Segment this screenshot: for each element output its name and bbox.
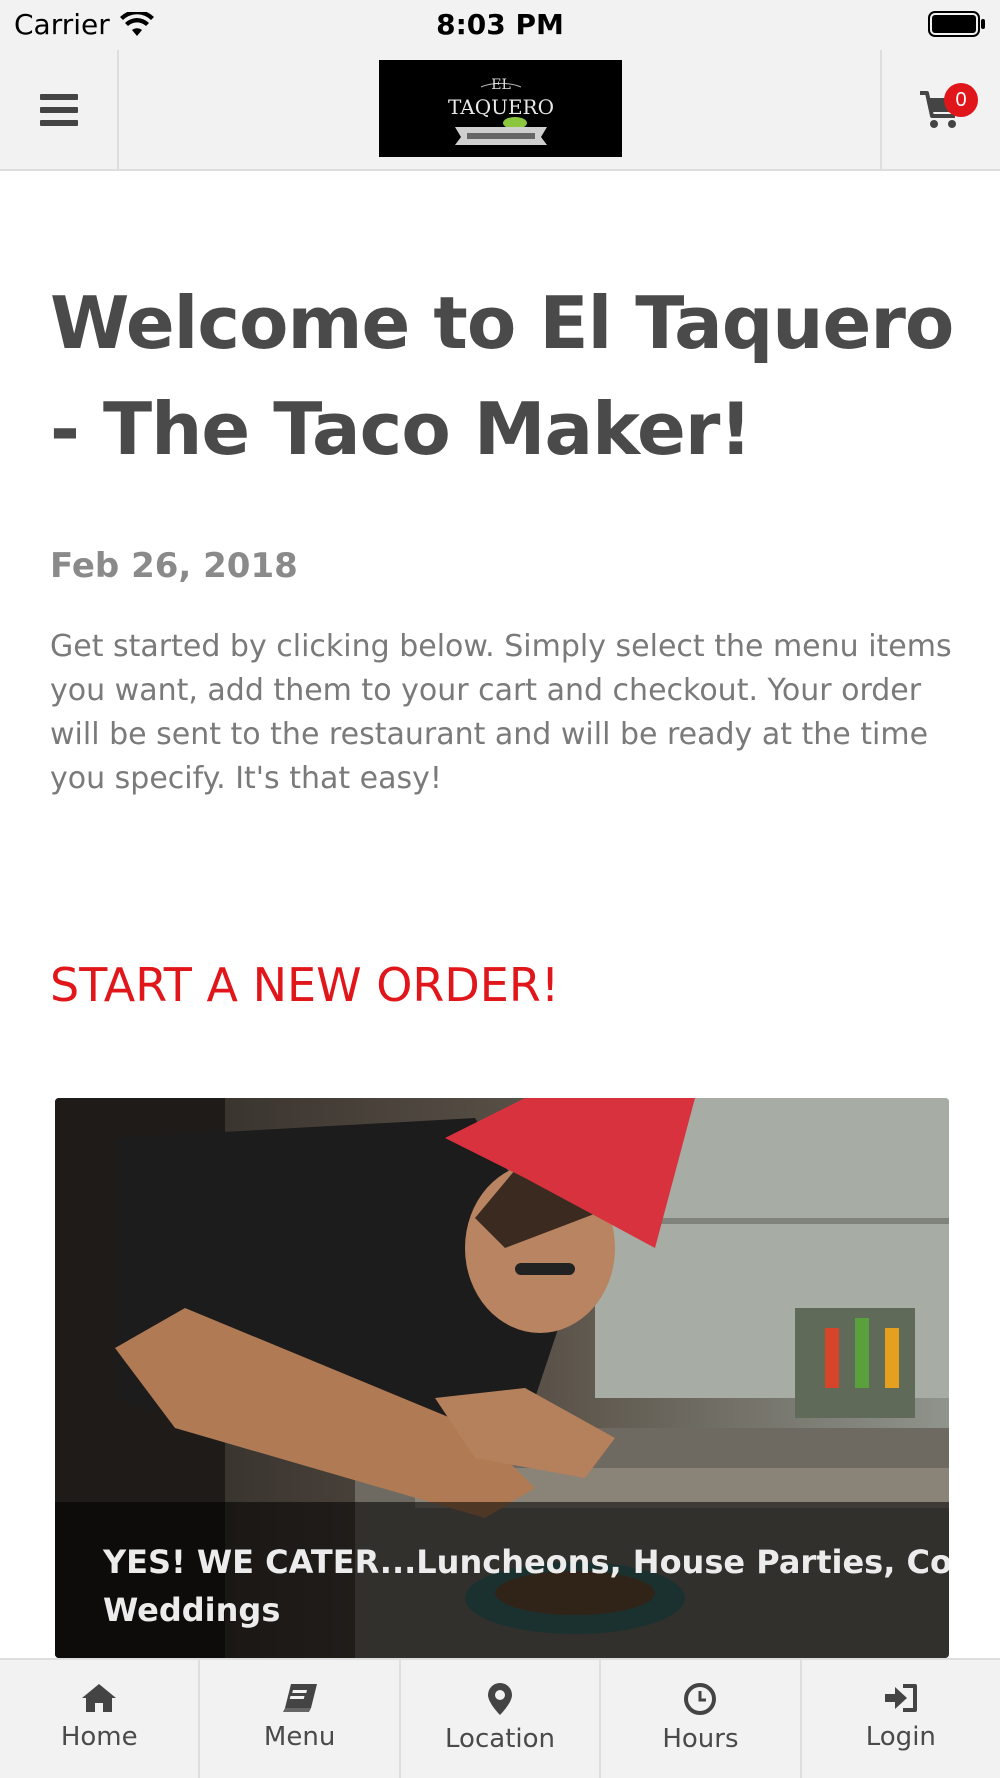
tab-label: Hours	[662, 1724, 739, 1754]
map-pin-icon	[488, 1683, 513, 1715]
tab-label: Location	[445, 1724, 555, 1754]
el-taquero-logo: EL TAQUERO	[448, 77, 554, 145]
post-date: Feb 26, 2018	[50, 546, 298, 586]
tab-label: Login	[865, 1722, 936, 1752]
sign-in-icon	[884, 1684, 917, 1712]
catering-promo-card[interactable]: YES! WE CATER...Luncheons, House Parties…	[55, 1098, 949, 1658]
tab-label: Home	[60, 1722, 138, 1752]
tab-menu[interactable]: Menu	[200, 1660, 401, 1778]
svg-text:TAQUERO: TAQUERO	[448, 95, 554, 119]
status-time: 8:03 PM	[436, 8, 564, 41]
cart-button[interactable]: 0	[880, 50, 1000, 169]
tab-label: Menu	[263, 1722, 336, 1752]
status-bar: Carrier 8:03 PM	[0, 0, 1000, 50]
battery-icon	[928, 11, 985, 37]
bottom-tab-bar: Home Menu Location Hours Login	[0, 1658, 1000, 1778]
book-icon	[282, 1684, 317, 1712]
app-header: EL TAQUERO 0	[0, 50, 1000, 171]
tab-login[interactable]: Login	[802, 1660, 1000, 1778]
start-new-order-link[interactable]: START A NEW ORDER!	[50, 958, 559, 1012]
tab-home[interactable]: Home	[0, 1660, 201, 1778]
hamburger-menu-icon	[39, 93, 78, 126]
tab-location[interactable]: Location	[401, 1660, 602, 1778]
restaurant-logo[interactable]: EL TAQUERO	[379, 60, 622, 157]
home-icon	[82, 1684, 117, 1712]
promo-caption: YES! WE CATER...Luncheons, House Parties…	[103, 1543, 949, 1629]
svg-text:EL: EL	[491, 77, 511, 93]
tab-hours[interactable]: Hours	[601, 1660, 802, 1778]
clock-icon	[684, 1683, 717, 1715]
menu-button[interactable]	[0, 50, 119, 169]
page-title: Welcome to El Taquero - The Taco Maker!	[50, 281, 954, 471]
intro-text: Get started by clicking below. Simply se…	[50, 629, 952, 796]
cart-count-badge: 0	[944, 83, 978, 117]
